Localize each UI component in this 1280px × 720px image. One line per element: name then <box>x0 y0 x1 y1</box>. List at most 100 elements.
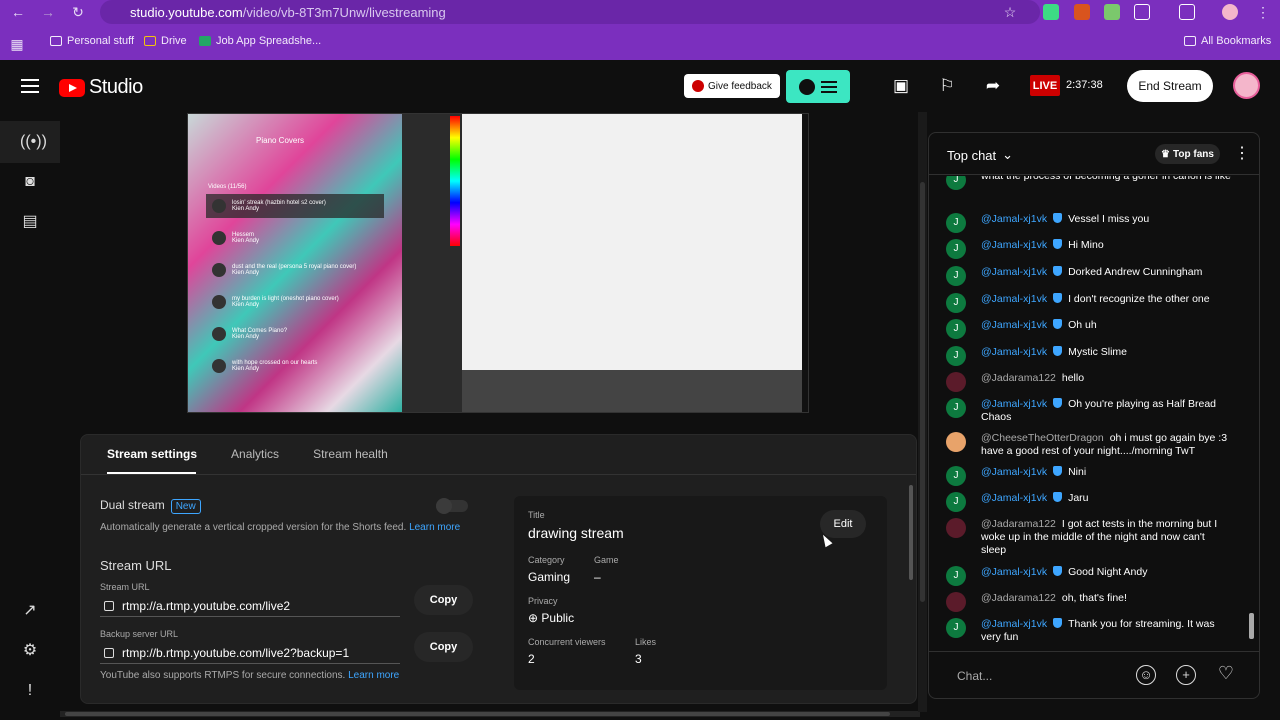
chat-title: Top chat <box>947 147 997 163</box>
bookmark-personal-stuff[interactable]: Personal stuff <box>50 35 134 47</box>
dual-desc-text: Automatically generate a vertical croppe… <box>100 522 407 533</box>
heart-icon[interactable]: ♡ <box>1216 664 1236 685</box>
panel-scrollbar[interactable] <box>909 485 913 580</box>
external-link-icon[interactable]: ↗ <box>20 601 40 621</box>
camera-icon[interactable]: ◙ <box>20 172 40 192</box>
chat-author[interactable]: @Jamal-xj1vk <box>981 213 1047 225</box>
profile-avatar-icon[interactable] <box>1222 4 1238 20</box>
playlist-item-sub: Kien Andy <box>232 206 260 212</box>
emoji-icon[interactable]: ☺ <box>1136 665 1156 685</box>
extension-icon[interactable] <box>1074 4 1090 20</box>
drive-icon <box>144 36 156 46</box>
dual-stream-toggle[interactable] <box>436 498 468 514</box>
chat-author[interactable]: @Jadarama122 <box>981 592 1056 604</box>
moderator-badge-icon <box>1053 492 1063 502</box>
chat-avatar[interactable] <box>946 372 966 392</box>
chat-avatar[interactable]: J <box>946 566 966 586</box>
bookmark-job-app[interactable]: Job App Spreadshe... <box>199 35 321 47</box>
top-chat-dropdown[interactable]: Top chat ⌄ <box>947 147 1013 163</box>
tab-stream-settings[interactable]: Stream settings <box>107 447 197 461</box>
broadcast-icon[interactable]: ((•)) <box>20 132 47 152</box>
end-stream-button[interactable]: End Stream <box>1127 70 1213 102</box>
chat-author[interactable]: @Jadarama122 <box>981 372 1056 384</box>
learn-more-link[interactable]: Learn more <box>348 670 399 681</box>
bookmark-icon[interactable]: ⚐ <box>937 76 957 96</box>
back-icon[interactable]: ← <box>9 3 27 21</box>
chat-text: Dorked Andrew Cunningham <box>1068 266 1203 278</box>
globe-icon: ⊕ <box>528 611 539 625</box>
give-feedback-button[interactable]: Give feedback <box>684 74 780 98</box>
cast-icon[interactable] <box>1179 4 1195 20</box>
share-icon[interactable]: ➦ <box>983 76 1003 96</box>
chat-author[interactable]: @Jamal-xj1vk <box>981 346 1047 358</box>
chat-avatar[interactable]: J <box>946 266 966 286</box>
chat-author[interactable]: @Jamal-xj1vk <box>981 398 1047 410</box>
top-fans-button[interactable]: ♛ Top fans <box>1155 144 1220 164</box>
chat-avatar[interactable]: J <box>946 492 966 512</box>
hamburger-menu-icon[interactable] <box>21 79 39 93</box>
chat-avatar[interactable]: J <box>946 398 966 418</box>
chat-author[interactable]: @Jamal-xj1vk <box>981 319 1047 331</box>
chat-avatar[interactable]: J <box>946 176 966 190</box>
chat-author[interactable]: @CheeseTheOtterDragon <box>981 432 1104 444</box>
chat-author[interactable]: @Jamal-xj1vk <box>981 466 1047 478</box>
chat-avatar[interactable]: J <box>946 466 966 486</box>
all-bookmarks[interactable]: All Bookmarks <box>1184 35 1271 47</box>
chat-author[interactable]: @Jamal-xj1vk <box>981 618 1047 630</box>
copy-stream-url-button[interactable]: Copy <box>414 585 473 615</box>
chat-avatar[interactable]: J <box>946 239 966 259</box>
chat-author[interactable]: @Jamal-xj1vk <box>981 566 1047 578</box>
chat-author[interactable]: @Jadarama122 <box>981 518 1056 530</box>
stream-menu-button[interactable] <box>786 70 850 103</box>
studio-logo[interactable]: Studio <box>59 76 143 99</box>
chat-author[interactable]: @Jamal-xj1vk <box>981 239 1047 251</box>
chat-avatar[interactable]: J <box>946 293 966 313</box>
learn-more-link[interactable]: Learn more <box>409 522 460 533</box>
forward-icon[interactable]: → <box>39 3 57 21</box>
chat-author[interactable]: @Jamal-xj1vk <box>981 266 1047 278</box>
menu-dots-icon[interactable]: ⋮ <box>1254 3 1272 21</box>
tab-analytics[interactable]: Analytics <box>231 447 279 461</box>
clapperboard-icon[interactable]: ▣ <box>891 76 911 96</box>
extension-icon[interactable] <box>1104 4 1120 20</box>
reload-icon[interactable]: ↻ <box>69 3 87 21</box>
live-chat: Top chat ⌄ ♛ Top fans ⋮ Jwhat the process … <box>928 132 1260 699</box>
bookmark-drive[interactable]: Drive <box>144 35 187 47</box>
horizontal-scrollbar[interactable] <box>60 711 920 717</box>
backup-url-field[interactable]: rtmp://b.rtmp.youtube.com/live2?backup=1 <box>100 642 400 664</box>
copy-backup-url-button[interactable]: Copy <box>414 632 473 662</box>
chat-avatar[interactable] <box>946 592 966 612</box>
chat-author[interactable]: @Jamal-xj1vk <box>981 492 1047 504</box>
playlist-item-sub: Kien Andy <box>232 270 260 276</box>
chat-avatar[interactable] <box>946 518 966 538</box>
chat-menu-icon[interactable]: ⋮ <box>1234 145 1250 163</box>
add-icon[interactable]: + <box>1176 665 1196 685</box>
extension-icon[interactable] <box>1043 4 1059 20</box>
star-icon[interactable]: ☆ <box>1001 3 1019 21</box>
channel-avatar[interactable] <box>1233 72 1260 99</box>
chat-author[interactable]: @Jamal-xj1vk <box>981 293 1047 305</box>
likes-value: 3 <box>635 652 642 666</box>
extensions-puzzle-icon[interactable] <box>1134 4 1150 20</box>
stream-preview[interactable]: Piano Covers Videos (11/56) losin' strea… <box>187 113 809 413</box>
apps-grid-icon[interactable]: ▦ <box>8 35 26 53</box>
dual-stream-label: Dual stream <box>100 498 165 512</box>
crown-icon: ♛ <box>1161 148 1171 160</box>
chat-avatar[interactable]: J <box>946 213 966 233</box>
game-value: – <box>594 570 601 584</box>
tab-stream-health[interactable]: Stream health <box>313 447 388 461</box>
stream-url-field[interactable]: rtmp://a.rtmp.youtube.com/live2 <box>100 595 400 617</box>
settings-gear-icon[interactable]: ⚙ <box>20 641 40 661</box>
chat-avatar[interactable]: J <box>946 346 966 366</box>
rtmps-text: YouTube also supports RTMPS for secure c… <box>100 670 346 681</box>
chat-avatar[interactable] <box>946 432 966 452</box>
chat-input[interactable]: Chat... <box>957 669 992 683</box>
chat-message-body: @Jadarama122 I got act tests in the morni… <box>981 518 1231 557</box>
main-scrollbar[interactable] <box>918 112 927 712</box>
calendar-icon[interactable]: ▤ <box>20 212 40 232</box>
address-bar[interactable]: studio.youtube.com/video/vb-8T3m7Unw/liv… <box>100 0 1040 24</box>
chat-avatar[interactable]: J <box>946 618 966 638</box>
chat-scrollbar[interactable] <box>1249 613 1254 639</box>
feedback-alert-icon[interactable]: ! <box>20 681 40 701</box>
chat-avatar[interactable]: J <box>946 319 966 339</box>
